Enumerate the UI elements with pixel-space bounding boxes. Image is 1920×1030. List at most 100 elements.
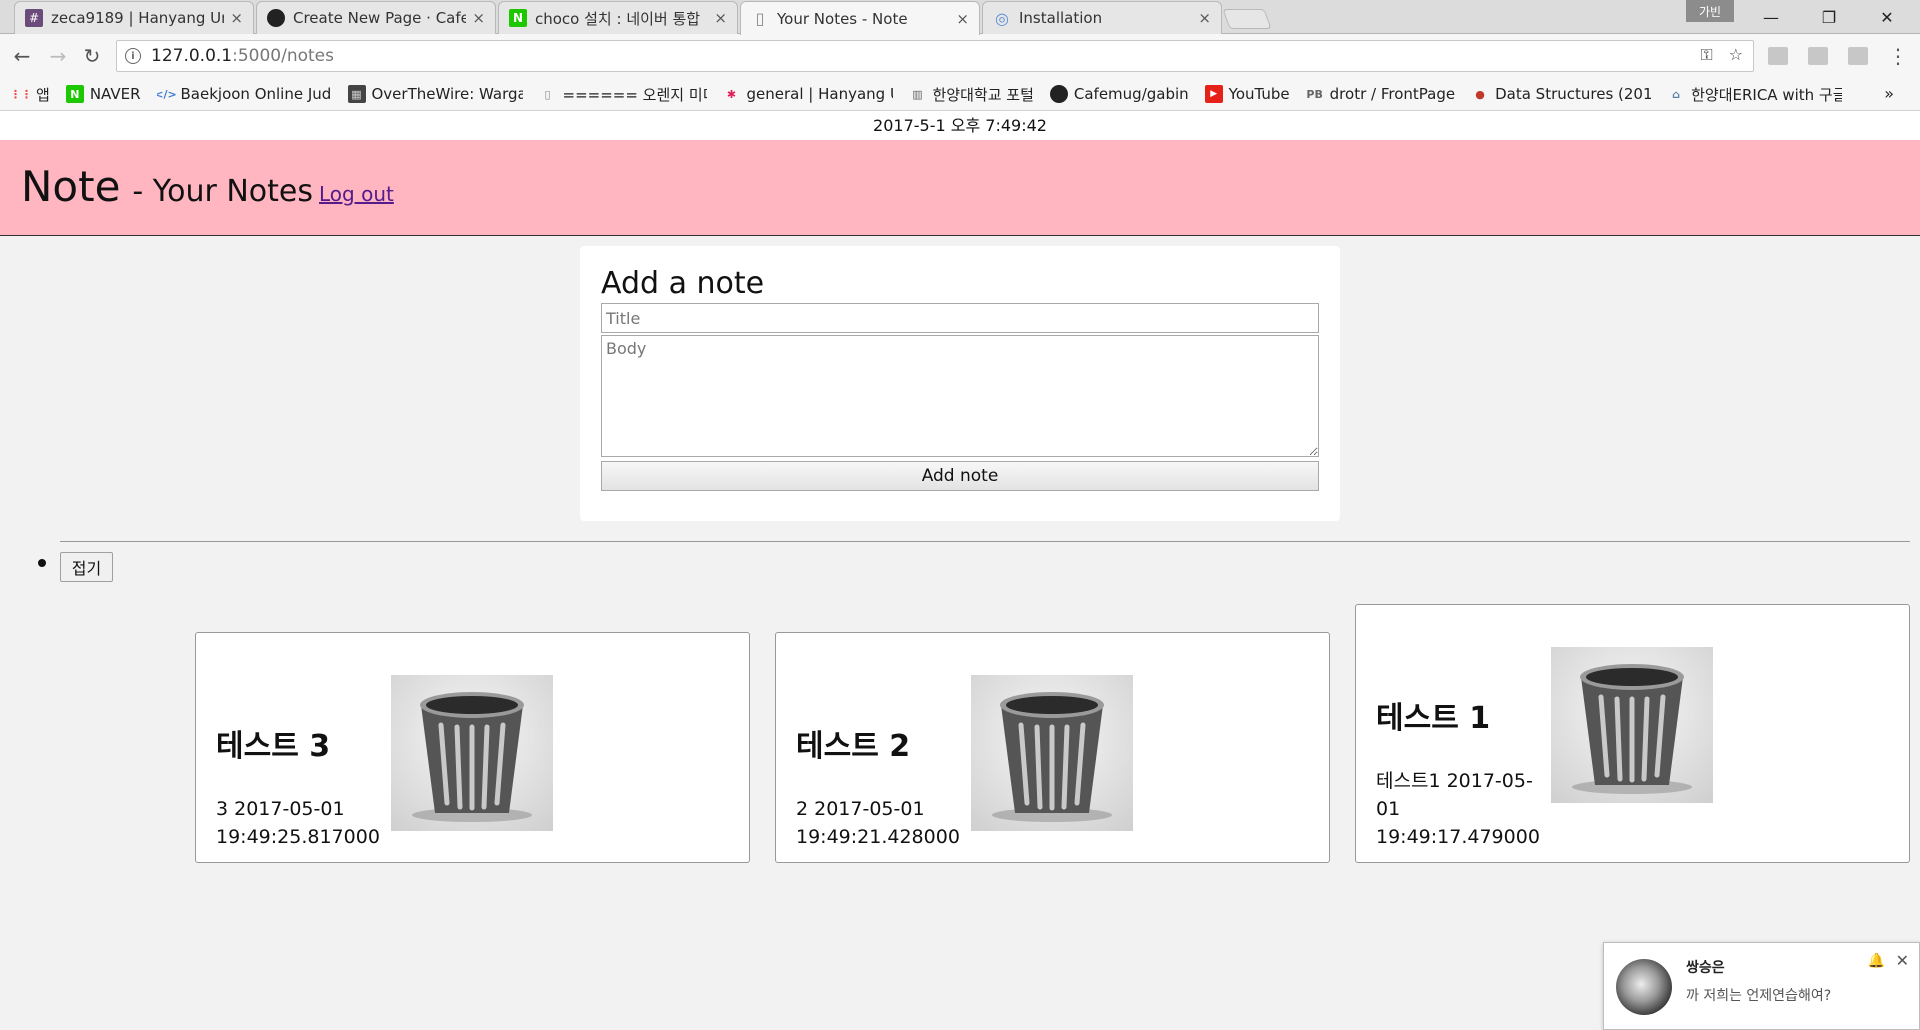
bookmark-baekjoon[interactable]: </> Baekjoon Online Judg: [157, 85, 332, 103]
bookmark-label: Data Structures (2017: [1495, 85, 1652, 103]
note-body-input[interactable]: [601, 335, 1319, 457]
bookmark-orange-media[interactable]: ▯ ====== 오렌지 미디: [539, 84, 707, 105]
profile-badge[interactable]: 가빈: [1686, 0, 1734, 22]
address-bar[interactable]: i 127.0.0.1:5000/notes ⚿ ☆: [116, 40, 1754, 72]
chat-notification[interactable]: 쌍승은 까 저희는 언제연습해여? 🔔 ✕: [1603, 942, 1920, 1030]
tab-title: Create New Page · Cafe: [293, 9, 467, 27]
notification-sender: 쌍승은: [1686, 960, 1725, 976]
tab-create-new-page[interactable]: Create New Page · Cafe ×: [256, 1, 496, 34]
bell-icon[interactable]: 🔔: [1868, 953, 1885, 969]
tab-zeca9189[interactable]: # zeca9189 | Hanyang Uni ×: [14, 1, 254, 34]
bookmark-general-slack[interactable]: ✱ general | Hanyang Ur: [723, 85, 893, 103]
youtube-icon: ▶: [1204, 85, 1223, 103]
pb-icon: PB: [1306, 87, 1323, 101]
url-host: 127.0.0.1: [151, 46, 233, 66]
bookmark-label: 한양대학교 포털: [932, 85, 1034, 104]
extension-icon[interactable]: [1848, 47, 1868, 65]
bookmark-label: Baekjoon Online Judg: [180, 85, 332, 103]
note-title: 테스트 1: [1376, 701, 1491, 736]
tab-choco[interactable]: N choco 설치 : 네이버 통합 ×: [498, 1, 738, 34]
tab-strip: # zeca9189 | Hanyang Uni × Create New Pa…: [0, 0, 1920, 35]
fold-button[interactable]: 접기: [60, 552, 113, 582]
add-note-heading: Add a note: [601, 266, 765, 301]
note-meta: 테스트1 2017-05-01 19:49:17.479000: [1376, 770, 1540, 848]
close-icon[interactable]: ✕: [1896, 951, 1909, 970]
note-card: 테스트 3 3 2017-05-01 19:49:25.817000: [195, 632, 750, 863]
reload-icon[interactable]: ↻: [78, 42, 106, 70]
divider: [60, 541, 1910, 542]
tab-title: Installation: [1019, 9, 1103, 27]
bookmark-label: drotr / FrontPage: [1329, 85, 1456, 103]
bookmark-label: general | Hanyang Ur: [746, 85, 893, 103]
list-bullet: [38, 559, 46, 567]
add-note-form: Add a note Add note: [580, 246, 1340, 521]
avatar: [1616, 959, 1672, 1015]
apps-icon: ⋮⋮: [12, 87, 32, 101]
bookmark-label: ====== 오렌지 미디: [562, 85, 707, 104]
new-tab-button[interactable]: [1222, 9, 1272, 29]
url-path: :5000/notes: [232, 46, 334, 66]
tab-title: Your Notes - Note: [777, 9, 908, 28]
tab-close-icon[interactable]: ×: [714, 9, 727, 27]
apple-icon: ●: [1475, 87, 1485, 101]
page-icon: ▯: [544, 87, 551, 101]
bookmark-naver[interactable]: N NAVER: [65, 85, 141, 103]
bookmark-hanyang-erica[interactable]: ⌂ 한양대ERICA with 구글: [1667, 84, 1842, 105]
trash-icon[interactable]: [1551, 647, 1713, 803]
note-title: 테스트 3: [216, 729, 331, 764]
site-info-icon[interactable]: i: [125, 48, 141, 64]
note-meta: 2 2017-05-01 19:49:21.428000: [796, 798, 960, 848]
bookmark-drotr[interactable]: PB drotr / FrontPage: [1306, 85, 1455, 103]
note-meta: 3 2017-05-01 19:49:25.817000: [216, 798, 380, 848]
bookmark-youtube[interactable]: ▶ YouTube: [1204, 85, 1290, 103]
otw-icon: ▦: [347, 85, 366, 103]
bookmark-data-structures[interactable]: ● Data Structures (2017: [1471, 85, 1651, 103]
back-icon[interactable]: ←: [8, 42, 36, 70]
bookmark-cafemug[interactable]: Cafemug/gabin: [1049, 85, 1189, 103]
bookmark-star-icon[interactable]: ☆: [1729, 45, 1743, 65]
bookmark-overthewire[interactable]: ▦ OverTheWire: Wargar: [347, 85, 523, 103]
note-card: 테스트 1 테스트1 2017-05-01 19:49:17.479000: [1355, 604, 1910, 863]
bookmarks-more-icon[interactable]: »: [1884, 84, 1894, 103]
minimize-icon[interactable]: —: [1742, 0, 1800, 34]
note-title: 테스트 2: [796, 729, 911, 764]
clock: 2017-5-1 오후 7:49:42: [0, 111, 1920, 140]
tab-close-icon[interactable]: ×: [230, 9, 243, 27]
tab-close-icon[interactable]: ×: [956, 10, 969, 28]
key-icon[interactable]: ⚿: [1700, 45, 1712, 65]
tab-close-icon[interactable]: ×: [1198, 9, 1211, 27]
note-title-input[interactable]: [601, 303, 1319, 333]
bookmark-label: OverTheWire: Wargar: [371, 85, 523, 103]
notification-message: 까 저희는 언제연습해여?: [1686, 988, 1832, 1004]
close-window-icon[interactable]: ✕: [1858, 0, 1916, 34]
note-card: 테스트 2 2 2017-05-01 19:49:21.428000: [775, 632, 1330, 863]
hanyang-icon: ⌂: [1672, 87, 1681, 101]
brand-title: Note: [21, 162, 121, 211]
naver-icon: N: [65, 85, 84, 103]
trash-icon[interactable]: [971, 675, 1133, 831]
trash-icon[interactable]: [391, 675, 553, 831]
bookmark-apps[interactable]: ⋮⋮ 앱: [12, 84, 50, 105]
tab-title: zeca9189 | Hanyang Uni: [51, 9, 225, 27]
globe-icon: ◎: [995, 8, 1009, 28]
bookmark-hanyang-portal[interactable]: ▥ 한양대학교 포털: [909, 84, 1034, 105]
bookmarks-bar: ⋮⋮ 앱 N NAVER </> Baekjoon Online Judg ▦ Over…: [0, 78, 1920, 111]
bookmark-label: Cafemug/gabin: [1073, 85, 1189, 103]
logout-link[interactable]: Log out: [319, 182, 394, 206]
extension-icon[interactable]: [1768, 47, 1788, 65]
tab-close-icon[interactable]: ×: [472, 9, 485, 27]
browser-menu-icon[interactable]: ⋮: [1888, 44, 1908, 68]
slack-hash-icon: #: [25, 9, 43, 27]
add-note-button[interactable]: Add note: [601, 461, 1319, 491]
naver-icon: N: [509, 9, 527, 27]
portal-icon: ▥: [912, 87, 923, 101]
tab-installation[interactable]: ◎ Installation ×: [982, 1, 1222, 34]
extension-icon[interactable]: [1808, 47, 1828, 65]
page-icon: ▯: [755, 9, 765, 28]
forward-icon[interactable]: →: [44, 42, 72, 70]
tab-your-notes[interactable]: ▯ Your Notes - Note ×: [740, 1, 980, 35]
bookmark-label: 한양대ERICA with 구글: [1691, 85, 1843, 104]
restore-icon[interactable]: ❐: [1800, 0, 1858, 34]
bookmark-label: NAVER: [89, 85, 141, 103]
bookmark-label: YouTube: [1228, 85, 1290, 103]
